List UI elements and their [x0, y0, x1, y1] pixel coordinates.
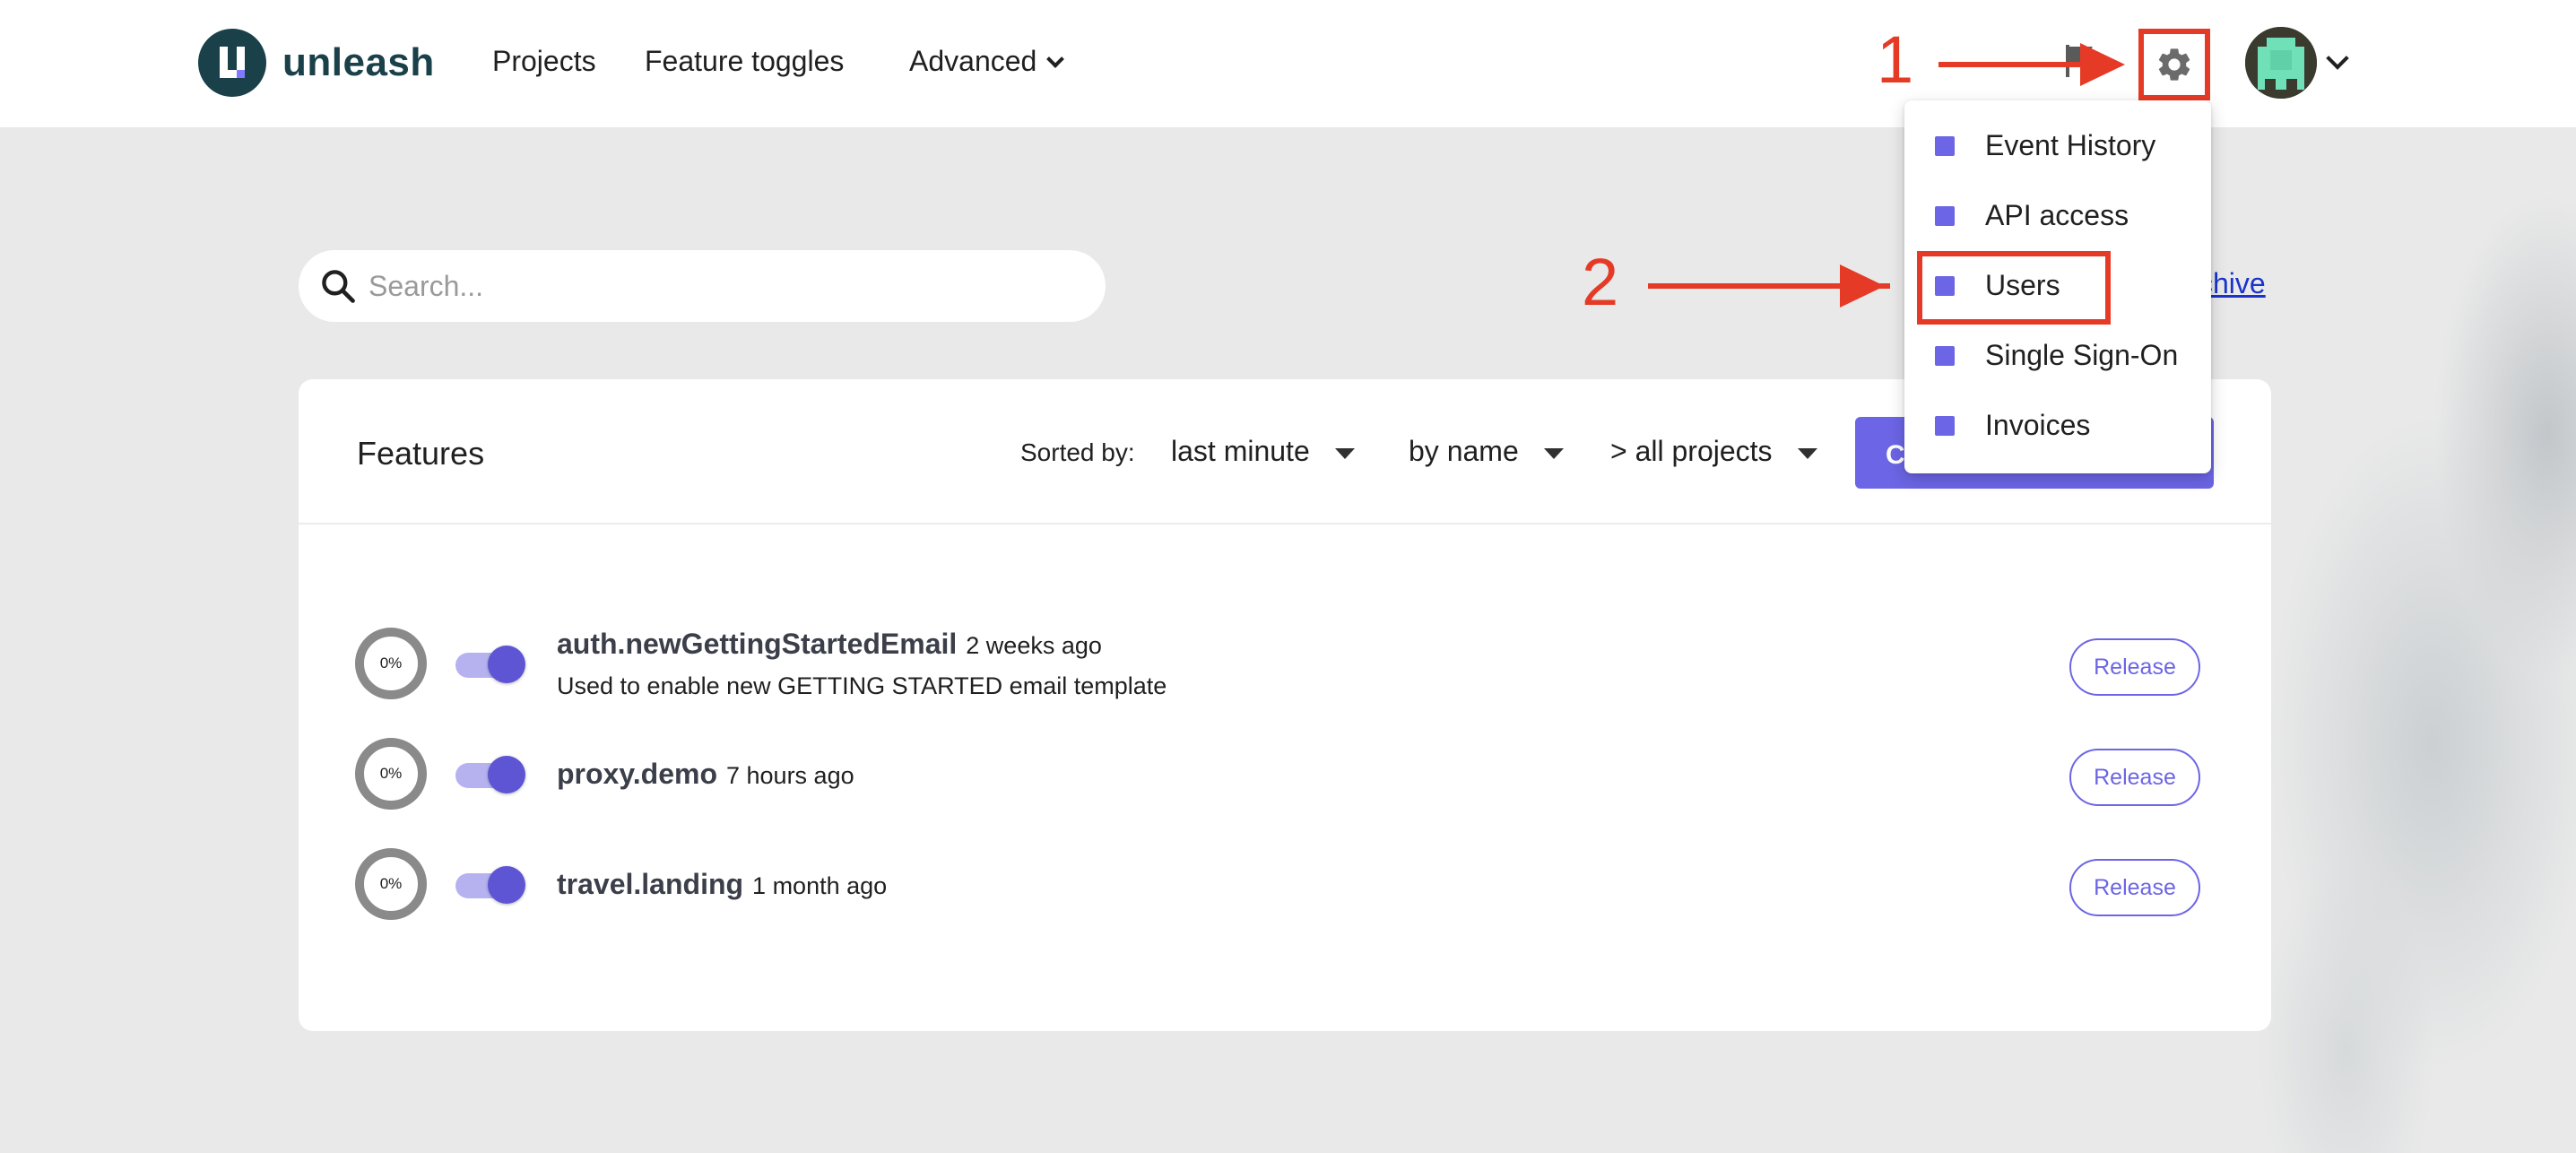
menu-bullet-icon: [1935, 346, 1955, 366]
features-card: Features Sorted by: last minute by name …: [299, 379, 2271, 1031]
feature-row: 0% auth.newGettingStartedEmail 2 weeks ag…: [299, 628, 2271, 708]
rollout-percent-ring: 0%: [355, 738, 427, 810]
annotation-arrowhead-2: [1840, 264, 1885, 308]
menu-item-single-sign-on[interactable]: Single Sign-On: [1904, 323, 2211, 387]
sort-order-value: by name: [1409, 435, 1519, 467]
menu-bullet-icon: [1935, 136, 1955, 156]
feature-created-time: 1 month ago: [752, 872, 888, 899]
nav-projects[interactable]: Projects: [492, 45, 596, 78]
sort-time-value: last minute: [1171, 435, 1310, 467]
nav-advanced-label: Advanced: [909, 45, 1037, 77]
feature-toggle-switch[interactable]: [455, 756, 525, 793]
feature-type-chip[interactable]: Release: [2069, 859, 2200, 916]
menu-item-event-history[interactable]: Event History: [1904, 113, 2211, 178]
toggle-knob: [488, 756, 525, 793]
sort-project-select[interactable]: > all projects: [1610, 435, 1817, 468]
menu-item-label: Event History: [1985, 129, 2156, 161]
feature-type-chip[interactable]: Release: [2069, 638, 2200, 696]
sort-order-select[interactable]: by name: [1409, 435, 1564, 468]
search-icon: [322, 270, 355, 303]
avatar[interactable]: [2245, 27, 2317, 99]
menu-item-label: API access: [1985, 199, 2129, 231]
search-input[interactable]: [369, 259, 1068, 313]
search-bar: [299, 250, 1106, 322]
annotation-highlight-users: [1917, 251, 2111, 325]
sorted-by-label: Sorted by:: [1020, 438, 1135, 466]
annotation-step-2: 2: [1582, 245, 1619, 319]
feature-toggle-switch[interactable]: [455, 866, 525, 904]
feature-description: Used to enable new GETTING STARTED email…: [557, 672, 1167, 699]
logo-icon: [198, 29, 266, 97]
toggle-knob: [488, 646, 525, 683]
avatar-image: [2245, 27, 2317, 99]
logo-text: unleash: [282, 40, 435, 84]
menu-item-label: Invoices: [1985, 409, 2091, 441]
sort-project-value: > all projects: [1610, 435, 1773, 467]
feature-row: 0% travel.landing 1 month ago Release: [299, 848, 2271, 929]
settings-button[interactable]: [2138, 29, 2210, 100]
feature-name-link[interactable]: auth.newGettingStartedEmail 2 weeks ago: [557, 628, 1102, 661]
features-title: Features: [357, 435, 485, 472]
feature-created-time: 7 hours ago: [726, 762, 854, 789]
caret-down-icon: [1334, 448, 1355, 459]
nav-advanced[interactable]: Advanced: [909, 45, 1065, 78]
feature-type-chip[interactable]: Release: [2069, 749, 2200, 806]
logo[interactable]: unleash: [198, 29, 435, 97]
caret-down-icon: [1797, 448, 1817, 459]
feature-toggle-switch[interactable]: [455, 646, 525, 683]
menu-item-invoices[interactable]: Invoices: [1904, 393, 2211, 457]
feature-name-link[interactable]: proxy.demo 7 hours ago: [557, 758, 854, 791]
feature-name-link[interactable]: travel.landing 1 month ago: [557, 868, 887, 901]
annotation-arrowhead-1: [2080, 43, 2125, 86]
caret-down-icon: [1543, 448, 1564, 459]
menu-item-label: Single Sign-On: [1985, 339, 2179, 371]
feature-created-time: 2 weeks ago: [966, 632, 1102, 659]
menu-item-api-access[interactable]: API access: [1904, 183, 2211, 247]
toggle-knob: [488, 866, 525, 904]
annotation-step-1: 1: [1877, 22, 1914, 97]
feature-row: 0% proxy.demo 7 hours ago Release: [299, 738, 2271, 819]
nav-feature-toggles[interactable]: Feature toggles: [645, 45, 844, 78]
rollout-percent-ring: 0%: [355, 848, 427, 920]
feature-name: auth.newGettingStartedEmail: [557, 628, 958, 660]
feature-name: proxy.demo: [557, 758, 717, 790]
menu-bullet-icon: [1935, 206, 1955, 226]
menu-bullet-icon: [1935, 416, 1955, 436]
feature-name: travel.landing: [557, 868, 744, 900]
chevron-down-icon: [1046, 50, 1065, 68]
chevron-down-icon[interactable]: [2326, 47, 2349, 70]
gear-icon: [2158, 48, 2190, 81]
rollout-percent-ring: 0%: [355, 628, 427, 699]
sort-time-select[interactable]: last minute: [1171, 435, 1355, 468]
annotation-arrow-1: [1939, 62, 2096, 67]
